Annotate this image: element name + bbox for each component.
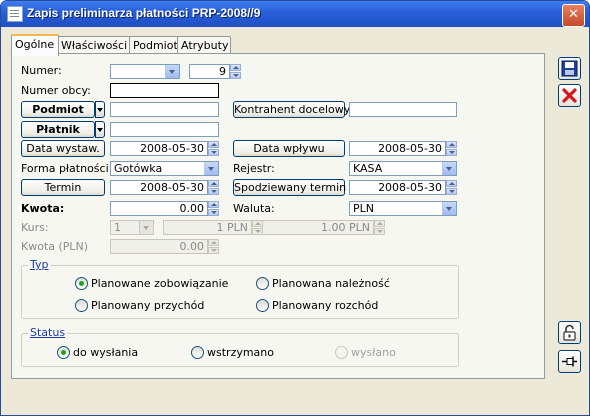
radio-planowany-rozchod[interactable]: Planowany rozchód — [256, 299, 378, 312]
numer-spinner[interactable] — [230, 64, 241, 79]
numer-obcy-label: Numer obcy: — [21, 84, 91, 97]
radio-dot-icon — [57, 346, 70, 359]
waluta-combo[interactable]: PLN — [349, 201, 457, 216]
tab-ogolne[interactable]: Ogólne — [11, 34, 59, 56]
kurs-type-combo: 1 — [110, 220, 154, 235]
radio-label: wstrzymano — [207, 346, 275, 359]
podmiot-button[interactable]: Podmiot — [21, 101, 95, 118]
radio-dot-icon — [256, 277, 269, 290]
platnik-button[interactable]: Płatnik — [21, 121, 95, 138]
kurs-value1-field: 1 PLN — [163, 220, 252, 235]
document-icon — [7, 6, 23, 22]
radio-label: Planowana należność — [272, 277, 390, 290]
radio-dot-icon — [75, 277, 88, 290]
forma-platnosci-label: Forma płatności: — [21, 162, 113, 175]
data-wystawienia-field[interactable]: 2008-05-30 — [110, 141, 208, 156]
tab-podmiot[interactable]: Podmiot — [129, 36, 181, 54]
status-group: Status do wysłania wstrzymano wysłano — [21, 326, 459, 367]
radio-label: Planowany przychód — [91, 299, 205, 312]
platnik-dropdown-button[interactable] — [95, 121, 105, 138]
data-wystawienia-button[interactable]: Data wystaw. — [21, 140, 105, 157]
dialog-window: Zapis preliminarza płatności PRP-2008//9… — [0, 0, 590, 416]
kwota-pln-label: Kwota (PLN) — [21, 240, 89, 253]
termin-spinner[interactable] — [208, 180, 219, 195]
radio-wyslano: wysłano — [335, 346, 396, 359]
platnik-field[interactable] — [110, 122, 219, 137]
kwota-field[interactable]: 0.00 — [110, 201, 208, 216]
kontrahent-docelowy-field[interactable] — [349, 102, 457, 117]
chevron-down-icon[interactable] — [442, 162, 456, 175]
pin-icon — [562, 356, 577, 367]
typ-group: Typ Planowane zobowiązanie Planowana nal… — [21, 258, 459, 319]
kurs-label: Kurs: — [21, 221, 49, 234]
kwota-spinner[interactable] — [208, 201, 219, 216]
lock-icon — [563, 324, 576, 341]
delete-button[interactable] — [558, 84, 581, 107]
lock-button[interactable] — [558, 321, 581, 344]
numer-series-combo[interactable] — [110, 64, 180, 79]
radio-planowane-zobowiazanie[interactable]: Planowane zobowiązanie — [75, 277, 228, 290]
numer-label: Numer: — [21, 64, 62, 77]
termin-field[interactable]: 2008-05-30 — [110, 180, 208, 195]
rejestr-combo[interactable]: KASA — [349, 161, 457, 176]
radio-do-wyslania[interactable]: do wysłania — [57, 346, 138, 359]
kontrahent-docelowy-button[interactable]: Kontrahent docelowy — [233, 101, 350, 118]
numer-value-field[interactable]: 9 — [189, 64, 230, 79]
data-wplywu-field[interactable]: 2008-05-30 — [349, 141, 446, 156]
window-title: Zapis preliminarza płatności PRP-2008//9 — [27, 6, 261, 20]
radio-planowana-naleznosc[interactable]: Planowana należność — [256, 277, 390, 290]
rejestr-label: Rejestr: — [233, 162, 275, 175]
chevron-down-icon[interactable] — [204, 162, 218, 175]
typ-group-title: Typ — [28, 258, 51, 271]
spodziewany-termin-field[interactable]: 2008-05-30 — [349, 180, 446, 195]
radio-label: Planowany rozchód — [272, 299, 379, 312]
radio-planowany-przychod[interactable]: Planowany przychód — [75, 299, 204, 312]
delete-icon — [562, 88, 577, 103]
kwota-pln-spinner — [208, 239, 219, 254]
termin-button[interactable]: Termin — [21, 179, 105, 196]
radio-wstrzymano[interactable]: wstrzymano — [191, 346, 274, 359]
tab-wlasciwosci[interactable]: Właściwości — [57, 36, 133, 54]
save-icon — [561, 60, 578, 77]
radio-dot-icon — [256, 299, 269, 312]
radio-label: Planowane zobowiązanie — [91, 277, 229, 290]
radio-dot-icon — [75, 299, 88, 312]
forma-platnosci-value: Gotówka — [114, 162, 163, 175]
general-panel: Numer: 9 Numer obcy: Podmiot Kontrahent … — [11, 53, 545, 379]
spodziewany-termin-button[interactable]: Spodziewany termin — [233, 179, 346, 196]
kurs-value2-field: 1.00 PLN — [262, 220, 374, 235]
radio-dot-icon — [335, 346, 348, 359]
status-group-title: Status — [28, 326, 68, 339]
radio-label: do wysłania — [73, 346, 139, 359]
chevron-down-icon[interactable] — [442, 202, 456, 215]
chevron-down-icon[interactable] — [165, 65, 179, 78]
chevron-down-icon — [139, 221, 153, 234]
podmiot-dropdown-button[interactable] — [95, 101, 105, 118]
pin-button[interactable] — [558, 350, 581, 373]
rejestr-value: KASA — [353, 162, 383, 175]
numer-obcy-input[interactable] — [110, 83, 219, 98]
data-wplywu-button[interactable]: Data wpływu — [233, 140, 345, 157]
spodziewany-termin-spinner[interactable] — [446, 180, 457, 195]
waluta-label: Waluta: — [233, 202, 275, 215]
radio-dot-icon — [191, 346, 204, 359]
forma-platnosci-combo[interactable]: Gotówka — [110, 161, 219, 176]
close-button[interactable]: ✕ — [562, 4, 585, 27]
radio-label: wysłano — [351, 346, 396, 359]
title-bar[interactable]: Zapis preliminarza płatności PRP-2008//9… — [1, 1, 589, 27]
kwota-label: Kwota: — [21, 202, 65, 215]
kurs-value2-spinner — [374, 220, 385, 235]
save-button[interactable] — [558, 57, 581, 80]
data-wystawienia-spinner[interactable] — [208, 141, 219, 156]
waluta-value: PLN — [353, 202, 374, 215]
data-wplywu-spinner[interactable] — [446, 141, 457, 156]
kurs-type-value: 1 — [114, 221, 121, 234]
tab-atrybuty[interactable]: Atrybuty — [177, 36, 231, 54]
kwota-pln-field: 0.00 — [110, 239, 208, 254]
podmiot-field[interactable] — [110, 102, 219, 117]
